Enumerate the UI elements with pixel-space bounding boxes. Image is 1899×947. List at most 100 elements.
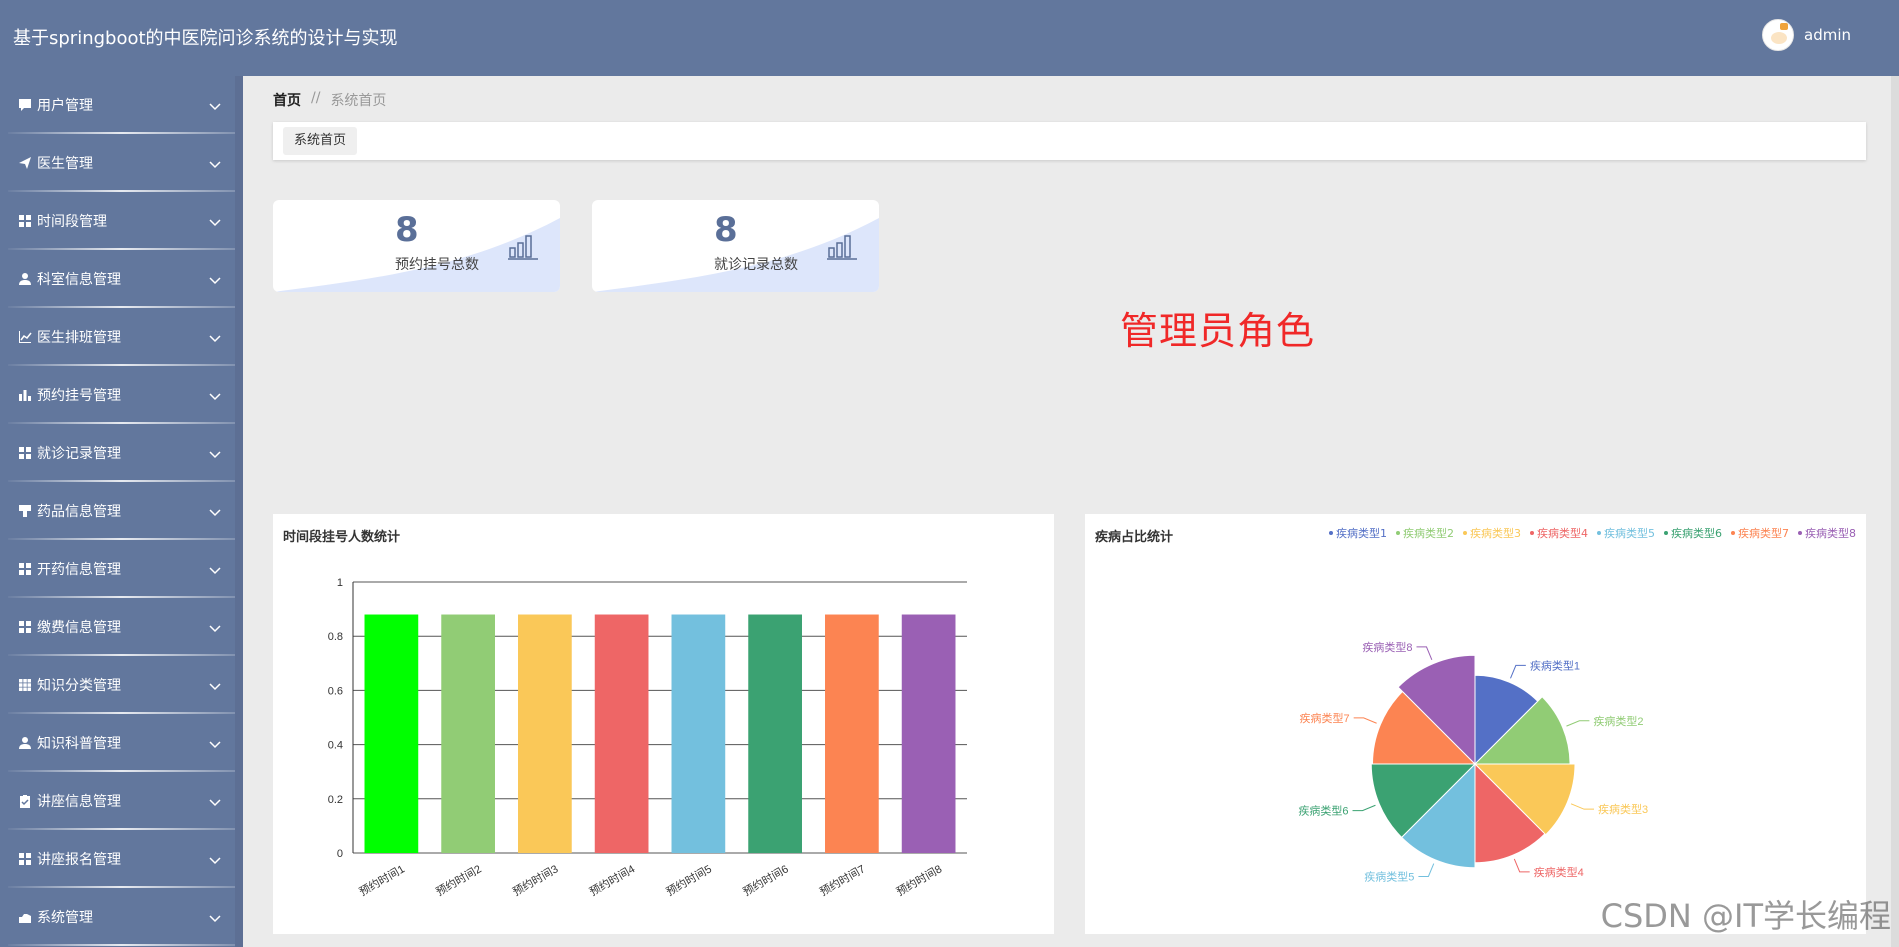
breadcrumb-separator: // bbox=[311, 90, 321, 106]
pie-label: 疾病类型6 bbox=[1298, 804, 1348, 818]
app-title: 基于springboot的中医院问诊系统的设计与实现 bbox=[13, 28, 398, 49]
pie-label: 疾病类型3 bbox=[1598, 802, 1648, 816]
page-scrollbar[interactable] bbox=[1891, 76, 1899, 947]
grid-icon bbox=[18, 214, 32, 228]
sidebar-item[interactable]: 科室信息管理 bbox=[0, 250, 243, 308]
chevron-down-icon[interactable] bbox=[209, 215, 221, 227]
chevron-down-icon[interactable] bbox=[209, 273, 221, 285]
x-tick-label: 预约时间7 bbox=[817, 862, 867, 898]
sidebar-item[interactable]: 知识分类管理 bbox=[0, 656, 243, 714]
bar bbox=[441, 614, 495, 853]
sidebar-item[interactable]: 就诊记录管理 bbox=[0, 424, 243, 482]
bar-chart-icon bbox=[508, 232, 538, 260]
watermark: CSDN @IT学长编程 bbox=[1600, 897, 1891, 935]
x-tick-label: 预约时间5 bbox=[664, 862, 714, 898]
person-icon bbox=[18, 736, 32, 750]
chevron-down-icon[interactable] bbox=[209, 563, 221, 575]
pie-label: 疾病类型5 bbox=[1364, 869, 1414, 883]
bar bbox=[594, 614, 649, 853]
bar-chart: 0 0.2 0.4 0.6 0.8 1 预约时间1 预约时间2 预约时间3 预约时间4 预约时间5 预… bbox=[328, 577, 967, 899]
breadcrumb: 首页 // 系统首页 bbox=[273, 90, 386, 110]
sidebar-scrollbar[interactable] bbox=[235, 76, 243, 947]
sidebar-item[interactable]: 药品信息管理 bbox=[0, 482, 243, 540]
pie-label-line bbox=[1510, 664, 1526, 679]
chevron-down-icon[interactable] bbox=[209, 99, 221, 111]
pie-label: 疾病类型2 bbox=[1593, 714, 1643, 728]
sidebar-item[interactable]: 医生管理 bbox=[0, 134, 243, 192]
sidebar-item-label: 用户管理 bbox=[37, 98, 93, 114]
sidebar-item-label: 讲座信息管理 bbox=[37, 794, 121, 810]
grid-icon bbox=[18, 562, 32, 576]
grid-icon bbox=[18, 620, 32, 634]
avatar-face bbox=[1771, 32, 1787, 44]
pie-label-line bbox=[1570, 803, 1595, 810]
chevron-down-icon[interactable] bbox=[209, 447, 221, 459]
send-icon bbox=[18, 156, 32, 170]
sidebar-item[interactable]: 医生排班管理 bbox=[0, 308, 243, 366]
sidebar-item-label: 缴费信息管理 bbox=[37, 620, 121, 636]
sidebar-item-label: 知识分类管理 bbox=[37, 678, 121, 694]
sidebar-item[interactable]: 系统管理 bbox=[0, 888, 243, 946]
chevron-down-icon[interactable] bbox=[209, 389, 221, 401]
sidebar-item-label: 开药信息管理 bbox=[37, 562, 121, 578]
breadcrumb-home[interactable]: 首页 bbox=[273, 90, 301, 110]
x-tick-label: 预约时间6 bbox=[741, 862, 791, 898]
chevron-down-icon[interactable] bbox=[209, 505, 221, 517]
sidebar-item[interactable]: 缴费信息管理 bbox=[0, 598, 243, 656]
sidebar-item-label: 就诊记录管理 bbox=[37, 446, 121, 462]
sidebar-item[interactable]: 讲座信息管理 bbox=[0, 772, 243, 830]
sidebar-item[interactable]: 时间段管理 bbox=[0, 192, 243, 250]
pie-label-line bbox=[1418, 863, 1435, 877]
role-label: 管理员角色 bbox=[1120, 309, 1316, 353]
pie-label-line bbox=[1353, 717, 1377, 724]
sidebar-item-label: 知识科普管理 bbox=[37, 736, 121, 752]
top-bar: 基于springboot的中医院问诊系统的设计与实现 admin bbox=[0, 0, 1899, 76]
x-tick-label: 预约时间1 bbox=[357, 862, 407, 898]
pie-label: 疾病类型7 bbox=[1300, 711, 1350, 725]
chevron-down-icon[interactable] bbox=[209, 157, 221, 169]
stat-label: 就诊记录总数 bbox=[714, 257, 798, 273]
stat-value: 8 bbox=[714, 210, 738, 250]
y-tick-label: 0.6 bbox=[328, 685, 343, 697]
chat-icon bbox=[18, 98, 32, 112]
bar bbox=[825, 614, 879, 853]
sidebar-item[interactable]: 讲座报名管理 bbox=[0, 830, 243, 888]
x-tick-label: 预约时间4 bbox=[587, 862, 637, 898]
chevron-down-icon[interactable] bbox=[209, 853, 221, 865]
clipboard-icon bbox=[18, 794, 32, 808]
sidebar-item-label: 科室信息管理 bbox=[37, 272, 121, 288]
user-name[interactable]: admin bbox=[1804, 26, 1851, 44]
chevron-down-icon[interactable] bbox=[209, 679, 221, 691]
bar bbox=[518, 614, 572, 853]
sidebar-item[interactable]: 知识科普管理 bbox=[0, 714, 243, 772]
sidebar-item-label: 系统管理 bbox=[37, 910, 93, 926]
stat-label: 预约挂号总数 bbox=[395, 257, 479, 273]
bar bbox=[671, 614, 726, 853]
tab-system-home[interactable]: 系统首页 bbox=[283, 127, 358, 155]
chevron-down-icon[interactable] bbox=[209, 737, 221, 749]
pie-label-line bbox=[1513, 858, 1530, 873]
line-chart-icon bbox=[18, 330, 32, 344]
sidebar: 用户管理医生管理时间段管理科室信息管理 医生排班管理预约挂号管理就诊记录管理药品信… bbox=[0, 76, 243, 947]
sidebar-item-label: 医生排班管理 bbox=[37, 330, 121, 346]
bar-chart-panel: 时间段挂号人数统计 0 0.2 0.4 0.6 0.8 1 预约时间1 预约时间2 预约时间3 预… bbox=[273, 514, 1054, 934]
chevron-down-icon[interactable] bbox=[209, 795, 221, 807]
sidebar-item-label: 医生管理 bbox=[37, 156, 93, 172]
bar bbox=[901, 614, 956, 853]
chevron-down-icon[interactable] bbox=[209, 911, 221, 923]
chevron-down-icon[interactable] bbox=[209, 621, 221, 633]
bar-chart-icon bbox=[827, 232, 857, 260]
sidebar-item[interactable]: 用户管理 bbox=[0, 76, 243, 134]
settings-icon bbox=[18, 910, 32, 924]
user-menu[interactable]: admin bbox=[1762, 19, 1851, 51]
x-tick-label: 预约时间2 bbox=[434, 862, 484, 898]
sidebar-item[interactable]: 开药信息管理 bbox=[0, 540, 243, 598]
avatar[interactable] bbox=[1762, 19, 1794, 51]
stat-card-records: 8 就诊记录总数 bbox=[592, 200, 879, 292]
chevron-down-icon[interactable] bbox=[209, 331, 221, 343]
brush-icon bbox=[18, 504, 32, 518]
pie-label-line bbox=[1416, 646, 1433, 661]
y-tick-label: 0.8 bbox=[328, 631, 343, 643]
sidebar-item[interactable]: 预约挂号管理 bbox=[0, 366, 243, 424]
tab-bar: 系统首页 bbox=[273, 122, 1866, 160]
